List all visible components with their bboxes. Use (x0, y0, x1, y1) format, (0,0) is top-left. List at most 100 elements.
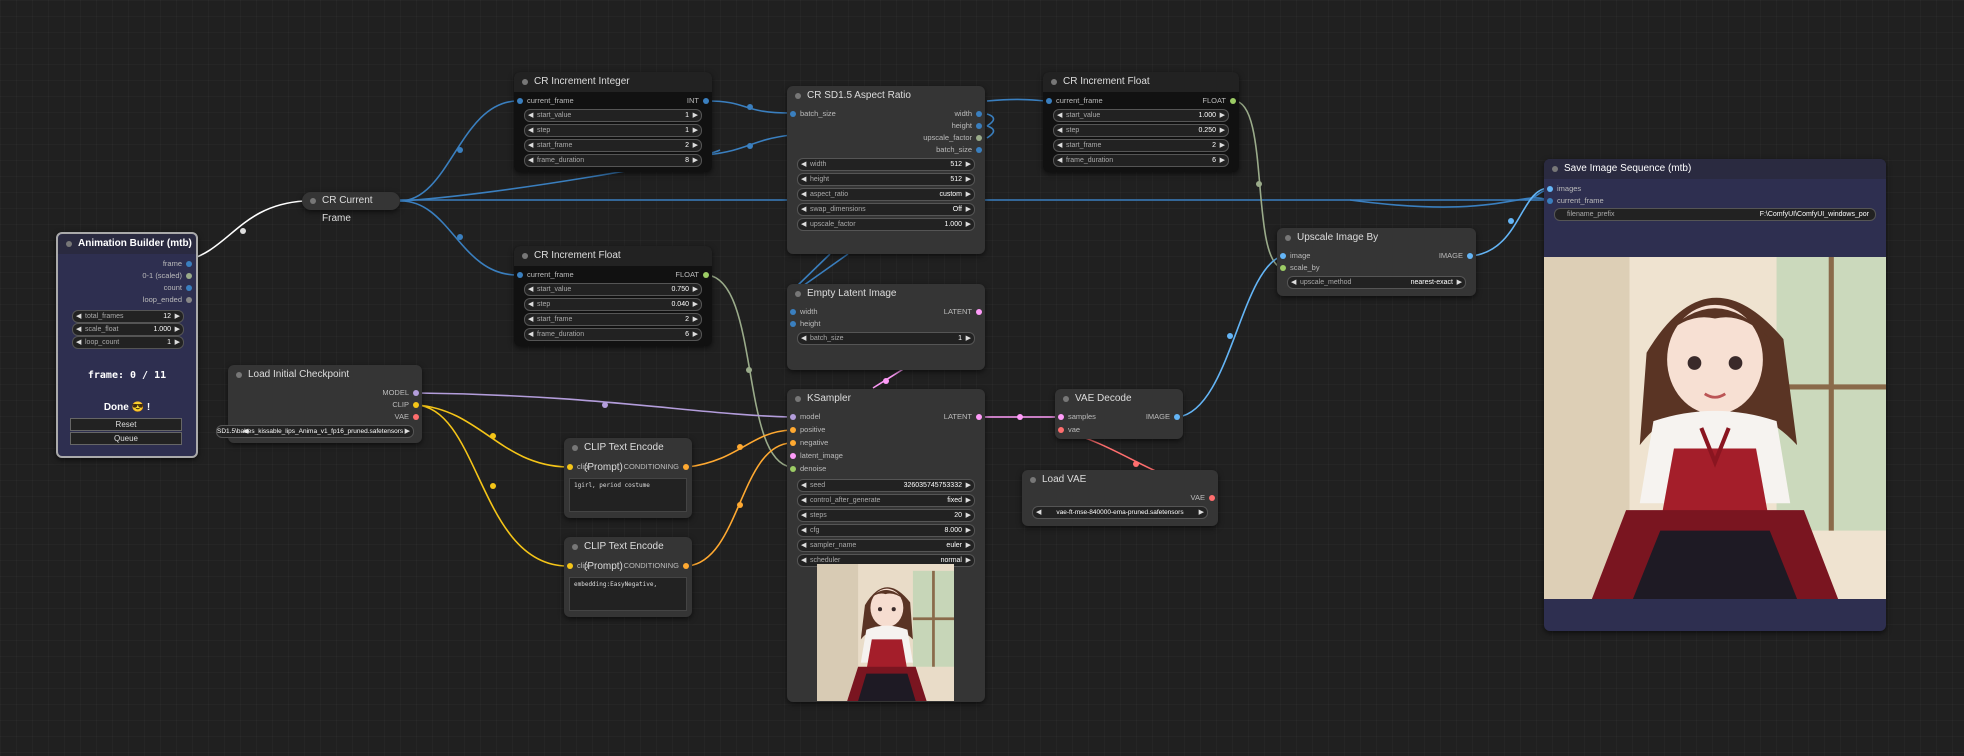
output-int[interactable]: INT (687, 95, 709, 107)
collapse-dot-icon[interactable] (66, 241, 72, 247)
arrow-left-icon[interactable]: ◀ (801, 555, 806, 566)
node-title[interactable]: Empty Latent Image (787, 284, 985, 304)
node-title[interactable]: Load Initial Checkpoint (228, 365, 422, 385)
output-batch-size[interactable]: batch_size (936, 144, 982, 156)
input-clip[interactable]: clip (567, 461, 588, 473)
pin-icon[interactable] (1280, 265, 1286, 271)
widget-control-after-generate[interactable]: ◀ control_after_generate fixed ▶ (797, 494, 975, 507)
output-frame[interactable]: frame (163, 258, 192, 270)
pin-icon[interactable] (1467, 253, 1473, 259)
prompt-textarea[interactable]: embedding:EasyNegative, (569, 577, 687, 611)
pin-icon[interactable] (1058, 427, 1064, 433)
pin-icon[interactable] (976, 135, 982, 141)
output-model[interactable]: MODEL (382, 387, 419, 399)
pin-icon[interactable] (413, 414, 419, 420)
pin-icon[interactable] (976, 414, 982, 420)
arrow-right-icon[interactable]: ▶ (175, 311, 180, 322)
widget-height[interactable]: ◀ height 512 ▶ (797, 173, 975, 186)
arrow-left-icon[interactable]: ◀ (801, 159, 806, 170)
arrow-left-icon[interactable]: ◀ (528, 329, 533, 340)
arrow-left-icon[interactable]: ◀ (76, 324, 81, 335)
arrow-left-icon[interactable]: ◀ (801, 525, 806, 536)
input-current-frame[interactable]: current_frame (1547, 195, 1604, 207)
arrow-right-icon[interactable]: ▶ (693, 140, 698, 151)
input-vae[interactable]: vae (1058, 424, 1080, 436)
output-upscale-factor[interactable]: upscale_factor (923, 132, 982, 144)
pin-icon[interactable] (790, 309, 796, 315)
output-clip[interactable]: CLIP (392, 399, 419, 411)
arrow-left-icon[interactable]: ◀ (801, 480, 806, 491)
widget-start-value[interactable]: ◀ start_value 0.750 ▶ (524, 283, 702, 296)
arrow-right-icon[interactable]: ▶ (966, 480, 971, 491)
widget-frame-duration[interactable]: ◀ frame_duration 6 ▶ (1053, 154, 1229, 167)
node-increment-float-b[interactable]: CR Increment Float current_frame FLOAT ◀… (1043, 72, 1239, 172)
output-latent[interactable]: LATENT (944, 306, 982, 318)
arrow-right-icon[interactable]: ▶ (693, 314, 698, 325)
input-positive[interactable]: positive (790, 424, 825, 436)
node-animation-builder[interactable]: Animation Builder (mtb) frame 0-1 (scale… (56, 232, 198, 458)
arrow-right-icon[interactable]: ▶ (693, 299, 698, 310)
arrow-right-icon[interactable]: ▶ (966, 333, 971, 344)
pin-icon[interactable] (683, 464, 689, 470)
pin-icon[interactable] (567, 563, 573, 569)
arrow-left-icon[interactable]: ◀ (528, 155, 533, 166)
node-title[interactable]: Upscale Image By (1277, 228, 1476, 248)
collapse-dot-icon[interactable] (795, 396, 801, 402)
node-clip-text-negative[interactable]: CLIP Text Encode (Prompt) clip CONDITION… (564, 537, 692, 617)
input-width[interactable]: width (790, 306, 818, 318)
output-latent[interactable]: LATENT (944, 411, 982, 423)
widget-start-frame[interactable]: ◀ start_frame 2 ▶ (1053, 139, 1229, 152)
node-title[interactable]: CR Increment Float (514, 246, 712, 266)
arrow-right-icon[interactable]: ▶ (966, 495, 971, 506)
input-denoise[interactable]: denoise (790, 463, 826, 475)
arrow-left-icon[interactable]: ◀ (528, 110, 533, 121)
pin-icon[interactable] (517, 98, 523, 104)
pin-icon[interactable] (186, 285, 192, 291)
widget-sampler-name[interactable]: ◀ sampler_name euler ▶ (797, 539, 975, 552)
widget-frame-duration[interactable]: ◀ frame_duration 6 ▶ (524, 328, 702, 341)
collapse-dot-icon[interactable] (1552, 166, 1558, 172)
node-title[interactable]: VAE Decode (1055, 389, 1183, 409)
node-increment-float-a[interactable]: CR Increment Float current_frame FLOAT ◀… (514, 246, 712, 346)
node-title[interactable]: Animation Builder (mtb) (58, 234, 196, 254)
input-batch-size[interactable]: batch_size (790, 108, 836, 120)
arrow-right-icon[interactable]: ▶ (966, 510, 971, 521)
widget-seed[interactable]: ◀ seed 326035745753332 ▶ (797, 479, 975, 492)
input-latent-image[interactable]: latent_image (790, 450, 843, 462)
arrow-right-icon[interactable]: ▶ (1220, 125, 1225, 136)
pin-icon[interactable] (703, 98, 709, 104)
node-title[interactable]: CR Increment Integer (514, 72, 712, 92)
arrow-left-icon[interactable]: ◀ (801, 204, 806, 215)
arrow-left-icon[interactable]: ◀ (76, 337, 81, 348)
arrow-right-icon[interactable]: ▶ (966, 189, 971, 200)
input-current-frame[interactable]: current_frame (517, 95, 574, 107)
arrow-left-icon[interactable]: ◀ (801, 174, 806, 185)
widget-step[interactable]: ◀ step 0.040 ▶ (524, 298, 702, 311)
node-title[interactable]: CLIP Text Encode (Prompt) (564, 537, 692, 572)
node-title[interactable]: CR Current Frame (302, 192, 400, 224)
collapse-dot-icon[interactable] (1030, 477, 1036, 483)
pin-icon[interactable] (1046, 98, 1052, 104)
pin-icon[interactable] (790, 466, 796, 472)
node-load-vae[interactable]: Load VAE VAE ◀ vae-ft-mse-840000-ema-prun… (1022, 470, 1218, 526)
pin-icon[interactable] (1230, 98, 1236, 104)
pin-icon[interactable] (976, 147, 982, 153)
collapse-dot-icon[interactable] (522, 253, 528, 259)
output-float[interactable]: FLOAT (675, 269, 709, 281)
arrow-left-icon[interactable]: ◀ (528, 299, 533, 310)
arrow-left-icon[interactable]: ◀ (528, 125, 533, 136)
node-vae-decode[interactable]: VAE Decode samples vae IMAGE (1055, 389, 1183, 439)
widget-step[interactable]: ◀ step 0.250 ▶ (1053, 124, 1229, 137)
widget-start-value[interactable]: ◀ start_value 1.000 ▶ (1053, 109, 1229, 122)
output-float[interactable]: FLOAT (1202, 95, 1236, 107)
node-current-frame[interactable]: CR Current Frame (302, 192, 400, 224)
widget-ckpt-name[interactable]: ◀ SD1.5\babes_kissable_lips_Anima_v1_fp16… (216, 425, 414, 438)
arrow-right-icon[interactable]: ▶ (405, 426, 410, 437)
pin-icon[interactable] (1174, 414, 1180, 420)
collapse-dot-icon[interactable] (1285, 235, 1291, 241)
arrow-right-icon[interactable]: ▶ (175, 337, 180, 348)
widget-upscale-method[interactable]: ◀ upscale_method nearest-exact ▶ (1287, 276, 1466, 289)
widget-steps[interactable]: ◀ steps 20 ▶ (797, 509, 975, 522)
collapse-dot-icon[interactable] (522, 79, 528, 85)
input-current-frame[interactable]: current_frame (1046, 95, 1103, 107)
